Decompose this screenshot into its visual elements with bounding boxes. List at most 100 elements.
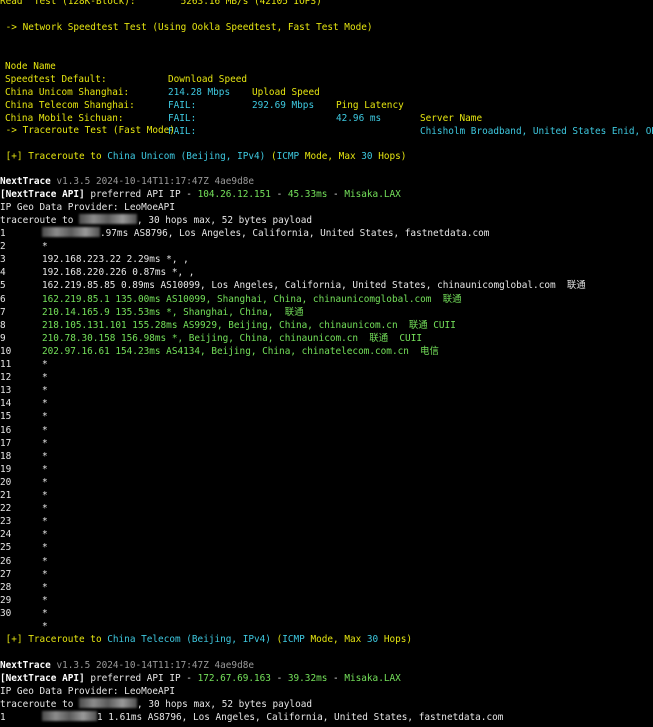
hop-detail: *: [42, 397, 48, 410]
hop-number: 26: [0, 555, 12, 567]
redacted-ip: [79, 698, 138, 708]
hop-number: 1: [0, 712, 6, 723]
hop-row: 1 .97ms AS8796, Los Angeles, California, …: [0, 227, 653, 240]
hop-row: 2 *: [0, 240, 653, 253]
trace2-target: traceroute to , 30 hops max, 52 bytes pa…: [0, 698, 312, 711]
hop-text: 218.105.131.101 155.28ms AS9929, Beijing…: [42, 319, 456, 331]
hop-number: 2: [0, 241, 6, 253]
hop-text: *: [42, 581, 48, 593]
hop-number: 15: [0, 411, 12, 423]
banner-end: Hops): [372, 151, 407, 162]
hop-row: 21 *: [0, 489, 653, 502]
hop-detail: *: [42, 620, 48, 633]
hop-detail: 192.168.220.226 0.87ms *, ,: [42, 266, 194, 279]
hop-number: 6: [0, 293, 6, 305]
api-label: [NextTrace API]: [0, 189, 85, 200]
hop-text: *: [42, 542, 48, 554]
hop-row: 28 *: [0, 581, 653, 594]
hop-text: *: [42, 241, 48, 253]
hop-detail: *: [42, 450, 48, 463]
hop-detail: *: [42, 240, 48, 253]
tr-pre: traceroute to: [0, 215, 80, 226]
banner-target: China Telecom (Beijing, IPv4): [107, 634, 271, 645]
trace1-geo: IP Geo Data Provider: LeoMoeAPI: [0, 202, 175, 213]
hop-number: 25: [0, 542, 12, 554]
hop-text: 162.219.85.1 135.00ms AS10099, Shanghai,…: [42, 293, 462, 305]
nexttrace-version: v1.3.5 2024-10-14T11:17:47Z 4ae9d8e: [50, 176, 255, 187]
hop-text: *: [42, 568, 48, 580]
trace1-target: traceroute to , 30 hops max, 52 bytes pa…: [0, 214, 312, 227]
hop-detail: 162.219.85.1 135.00ms AS10099, Shanghai,…: [42, 293, 462, 306]
tr-pre: traceroute to: [0, 699, 80, 710]
hop-detail: *: [42, 568, 48, 581]
hop-row: 14 *: [0, 397, 653, 410]
hop-detail: 210.14.165.9 135.53ms *, Shanghai, China…: [42, 306, 303, 319]
hop-number: 1: [0, 228, 6, 239]
hop-row: *: [0, 620, 653, 633]
hop-text: *: [42, 359, 48, 370]
hop-detail: 1 1.61ms AS8796, Los Angeles, California…: [42, 711, 503, 724]
hop-row: 20 *: [0, 476, 653, 489]
hop-number: 17: [0, 437, 12, 449]
hop-number: 24: [0, 529, 12, 541]
api-label: [NextTrace API]: [0, 673, 85, 684]
api-latency: 45.33ms: [287, 189, 328, 200]
hop-row: 19 *: [0, 463, 653, 476]
trace2-banner: [+] Traceroute to China Telecom (Beijing…: [0, 633, 412, 646]
hop-detail: *: [42, 555, 48, 568]
hop-number: 16: [0, 424, 12, 436]
trace2-version: NextTrace v1.3.5 2024-10-14T11:17:47Z 4a…: [0, 659, 254, 672]
hop-detail: *: [42, 489, 48, 502]
trace1-version: NextTrace v1.3.5 2024-10-14T11:17:47Z 4a…: [0, 175, 254, 188]
banner-max: 30: [366, 634, 379, 645]
hop-row: 3 192.168.223.22 2.29ms *, ,: [0, 253, 653, 266]
api-sep: -: [270, 189, 288, 200]
api-latency: 39.32ms: [287, 673, 328, 684]
banner-mode: ICMP: [282, 634, 305, 645]
hop-text: 1 1.61ms AS8796, Los Angeles, California…: [97, 712, 504, 723]
hop-text: *: [42, 463, 48, 475]
hop-row: 9 210.78.30.158 156.98ms *, Beijing, Chin…: [0, 332, 653, 345]
hop-text: .97ms AS8796, Los Angeles, California, U…: [100, 228, 490, 239]
hop-number: 23: [0, 516, 12, 528]
table-row: Speedtest Default: 214.28 Mbps 292.69 Mb…: [0, 60, 653, 137]
hop-text: 210.78.30.158 156.98ms *, Beijing, China…: [42, 332, 422, 344]
hop-number: 11: [0, 359, 12, 370]
hop-detail: .97ms AS8796, Los Angeles, California, U…: [42, 227, 489, 240]
hop-detail: *: [42, 463, 48, 476]
hop-text: *: [42, 529, 48, 541]
banner-mid: (: [270, 634, 283, 645]
hop-text: *: [42, 516, 48, 528]
hop-row: 10 202.97.16.61 154.23ms AS4134, Beijing,…: [0, 345, 653, 358]
hop-row: 8 218.105.131.101 155.28ms AS9929, Beijin…: [0, 319, 653, 332]
hop-detail: *: [42, 424, 48, 437]
hop-detail: *: [42, 581, 48, 594]
hop-row: 23 *: [0, 515, 653, 528]
hop-number: 5: [0, 280, 6, 292]
hop-text: *: [42, 437, 48, 449]
hop-detail: *: [42, 541, 48, 554]
banner-max: 30: [361, 151, 373, 162]
api-pre: preferred API IP -: [84, 189, 198, 200]
api-sep: -: [327, 189, 345, 200]
trace1-api: [NextTrace API] preferred API IP - 104.2…: [0, 188, 401, 201]
table-row: China Unicom Shanghai: FAIL:: [0, 73, 653, 111]
hop-detail: *: [42, 528, 48, 541]
banner-prefix: [+] Traceroute to: [0, 151, 108, 162]
api-ip: 104.26.12.151: [197, 189, 271, 200]
table-header-row: Node Name Download Speed Upload Speed Pi…: [0, 47, 653, 124]
hop-number: 22: [0, 503, 12, 515]
hop-number: 7: [0, 306, 6, 318]
hop-detail: 218.105.131.101 155.28ms AS9929, Beijing…: [42, 319, 456, 332]
hop-text: 210.14.165.9 135.53ms *, Shanghai, China…: [42, 306, 304, 318]
hop-text: *: [42, 398, 48, 410]
hop-number: 9: [0, 332, 6, 344]
banner-prefix: [+] Traceroute to: [0, 634, 108, 645]
trace2-geo: IP Geo Data Provider: LeoMoeAPI: [0, 686, 175, 697]
hop-text: *: [42, 490, 48, 501]
hop-row: 18 *: [0, 450, 653, 463]
hop-number: 12: [0, 372, 12, 384]
hop-row: 11 *: [0, 358, 653, 371]
hop-number: 20: [0, 476, 12, 488]
hop-text: *: [42, 555, 48, 567]
